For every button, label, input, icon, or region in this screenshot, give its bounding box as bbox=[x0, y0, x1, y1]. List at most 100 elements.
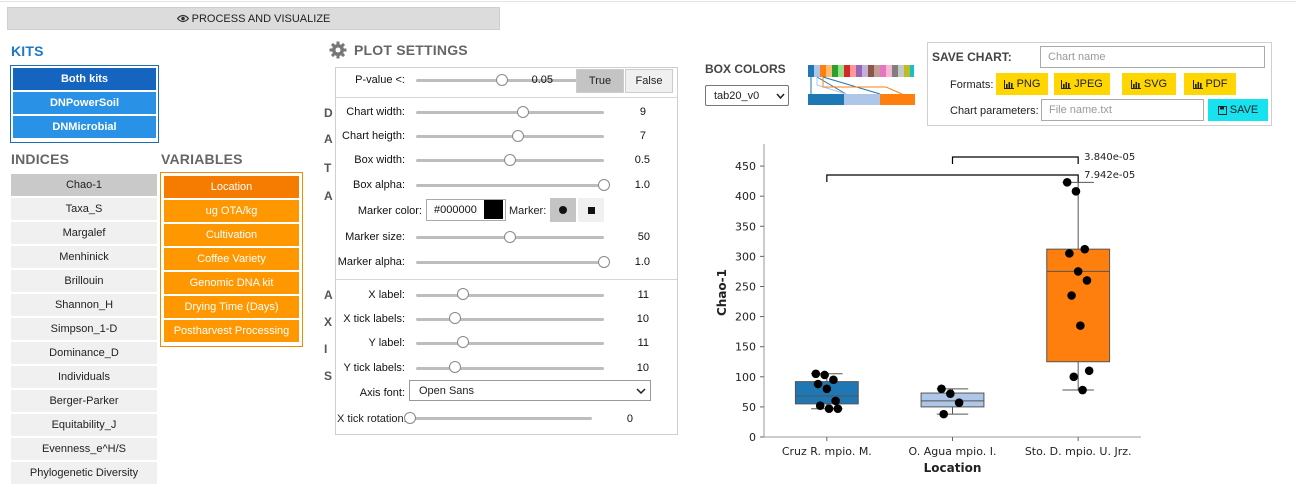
index-item[interactable]: Menhinick bbox=[11, 246, 157, 268]
process-visualize-button[interactable]: PROCESS AND VISUALIZE bbox=[7, 7, 500, 30]
rotation-thumb[interactable] bbox=[404, 412, 416, 424]
index-item[interactable]: Equitability_J bbox=[11, 414, 157, 436]
boxplot-chart: 0 50 100 150 200 250 300 350 400 450 Chao-1 Cruz R.… bbox=[715, 144, 1141, 475]
palette-swatches bbox=[808, 65, 914, 77]
file-name-input[interactable]: File name.txt bbox=[1041, 99, 1204, 121]
data-point bbox=[1065, 249, 1074, 258]
index-item[interactable]: Simpson_1-D bbox=[11, 318, 157, 340]
pvalue-value: 0.05 bbox=[531, 74, 553, 86]
y-tick-labels-slider[interactable] bbox=[416, 367, 604, 370]
data-point bbox=[1078, 385, 1087, 395]
y-label-value: 11 bbox=[637, 337, 649, 349]
false-button[interactable]: False bbox=[625, 69, 673, 93]
axis-font-select[interactable]: Open Sans bbox=[409, 380, 651, 401]
data-point bbox=[811, 369, 821, 379]
y-label-label: Y label: bbox=[368, 337, 406, 349]
y-tick-label: 400 bbox=[735, 190, 756, 203]
pvalue-label: P-value <: bbox=[355, 74, 405, 86]
y-label-slider[interactable] bbox=[416, 342, 604, 345]
y-tick-label: 200 bbox=[735, 311, 756, 324]
box-alpha-label: Box alpha: bbox=[353, 179, 405, 191]
divider bbox=[336, 97, 677, 98]
chart-height-thumb[interactable] bbox=[511, 130, 524, 142]
marker-size-label: Marker size: bbox=[345, 231, 405, 243]
variable-item[interactable]: Postharvest Processing bbox=[164, 320, 299, 342]
kit-both[interactable]: Both kits bbox=[13, 68, 156, 90]
index-item[interactable]: Evenness_e^H/S bbox=[11, 438, 157, 460]
x-label-slider[interactable] bbox=[416, 294, 604, 297]
y-tick-labels-value: 10 bbox=[636, 362, 649, 374]
variables-list: Location ug OTA/kg Cultivation Coffee Va… bbox=[160, 172, 303, 347]
palette-preview bbox=[808, 65, 915, 105]
y-tick-label: 100 bbox=[735, 371, 756, 384]
chevron-down-icon bbox=[636, 387, 646, 394]
box-width-thumb[interactable] bbox=[504, 154, 516, 166]
marker-color-swatch[interactable] bbox=[484, 200, 503, 219]
indices-list: Chao-1 Taxa_S Margalef Menhinick Brillou… bbox=[11, 174, 157, 486]
square-marker-icon bbox=[587, 206, 595, 214]
index-item[interactable]: Individuals bbox=[11, 366, 157, 388]
index-item[interactable]: Shannon_H bbox=[11, 294, 157, 316]
x-label-thumb[interactable] bbox=[457, 288, 469, 300]
data-point bbox=[824, 404, 834, 414]
bar-chart-icon bbox=[1061, 79, 1072, 89]
chart-width-label: Chart width: bbox=[346, 106, 405, 118]
variable-item[interactable]: Coffee Variety bbox=[164, 248, 299, 270]
true-button[interactable]: True bbox=[576, 69, 624, 93]
y-label-thumb[interactable] bbox=[457, 336, 469, 348]
variable-item[interactable]: Location bbox=[164, 176, 299, 198]
box-colors-select[interactable]: tab20_v0 bbox=[705, 85, 789, 106]
data-point bbox=[1084, 366, 1094, 376]
chart-height-label: Chart heigth: bbox=[342, 130, 405, 142]
jpeg-button[interactable]: JPEG bbox=[1054, 73, 1110, 95]
marker-alpha-slider[interactable] bbox=[416, 261, 604, 264]
kit-dnmicrobial[interactable]: DNMicrobial bbox=[13, 116, 156, 138]
axis-letter: S bbox=[324, 369, 333, 383]
rotation-slider[interactable] bbox=[410, 417, 592, 420]
x-tick-labels-slider[interactable] bbox=[416, 318, 604, 321]
y-tick-label: 50 bbox=[742, 401, 756, 414]
data-point bbox=[1062, 178, 1072, 187]
data-letter: D bbox=[324, 106, 333, 120]
box-alpha-slider[interactable] bbox=[416, 184, 604, 187]
index-item[interactable]: Dominance_D bbox=[11, 342, 157, 364]
variable-item[interactable]: Cultivation bbox=[164, 224, 299, 246]
save-button[interactable]: SAVE bbox=[1208, 99, 1268, 121]
index-item[interactable]: Phylogenetic Diversity bbox=[11, 462, 157, 484]
variable-item[interactable]: Genomic DNA kit bbox=[164, 272, 299, 294]
bar-chart-icon bbox=[1130, 79, 1141, 89]
formats-label: Formats: bbox=[950, 79, 994, 91]
pdf-button[interactable]: PDF bbox=[1184, 73, 1236, 95]
marker-square-button[interactable] bbox=[578, 198, 604, 222]
box-width-label: Box width: bbox=[354, 154, 405, 166]
index-item[interactable]: Chao-1 bbox=[11, 174, 157, 196]
chart-width-slider[interactable] bbox=[416, 111, 604, 114]
axis-font-value: Open Sans bbox=[419, 384, 475, 397]
marker-label: Marker: bbox=[509, 205, 547, 217]
marker-size-thumb[interactable] bbox=[504, 231, 516, 243]
data-point bbox=[1069, 372, 1079, 382]
data-point bbox=[946, 389, 955, 398]
index-item[interactable]: Taxa_S bbox=[11, 198, 157, 220]
kit-dnpowersoil[interactable]: DNPowerSoil bbox=[13, 92, 156, 114]
chart-height-value: 7 bbox=[639, 130, 646, 142]
variable-item[interactable]: ug OTA/kg bbox=[164, 200, 299, 222]
data-point bbox=[1073, 267, 1083, 276]
variable-item[interactable]: Drying Time (Days) bbox=[164, 296, 299, 318]
box-alpha-thumb[interactable] bbox=[598, 179, 610, 191]
y-tick-labels-label: Y tick labels: bbox=[343, 362, 405, 374]
marker-alpha-thumb[interactable] bbox=[598, 256, 610, 268]
index-item[interactable]: Brillouin bbox=[11, 270, 157, 292]
y-axis-label: Chao-1 bbox=[715, 269, 729, 316]
index-item[interactable]: Berger-Parker bbox=[11, 390, 157, 412]
data-point bbox=[1076, 321, 1085, 330]
y-tick-label: 350 bbox=[735, 220, 756, 233]
svg-button[interactable]: SVG bbox=[1122, 73, 1176, 95]
png-button[interactable]: PNG bbox=[996, 73, 1048, 95]
chart-name-input[interactable]: Chart name bbox=[1040, 46, 1265, 68]
y-tick-label: 0 bbox=[749, 431, 756, 444]
chart-height-slider[interactable] bbox=[416, 135, 604, 138]
index-item[interactable]: Margalef bbox=[11, 222, 157, 244]
marker-alpha-value: 1.0 bbox=[634, 256, 650, 268]
marker-circle-button[interactable] bbox=[550, 198, 576, 222]
